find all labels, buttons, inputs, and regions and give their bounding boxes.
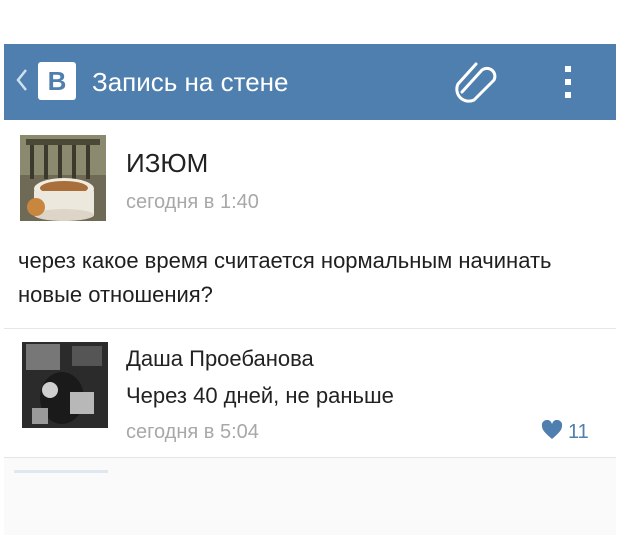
like-button[interactable]: 11: [541, 419, 589, 445]
comment-text: Через 40 дней, не раньше: [126, 383, 394, 408]
post-text: через какое время считается нормальным н…: [18, 248, 552, 307]
like-count: 11: [568, 421, 589, 443]
post-author-avatar[interactable]: [20, 135, 106, 221]
next-item-accent: [14, 470, 108, 473]
comment-item: Даша Проебанова Через 40 дней, не раньше…: [4, 329, 616, 457]
post-author-name[interactable]: ИЗЮМ: [126, 147, 208, 179]
post-divider: [4, 328, 616, 329]
heart-icon: [541, 419, 563, 445]
chevron-left-icon[interactable]: [14, 64, 30, 101]
more-vertical-icon[interactable]: [562, 62, 574, 107]
wall-post: ИЗЮМ сегодня в 1:40 через какое время сч…: [4, 120, 616, 328]
comment-author-avatar[interactable]: [22, 342, 108, 428]
comment-divider: [4, 457, 616, 458]
page-title: Запись на стене: [92, 67, 289, 97]
post-timestamp: сегодня в 1:40: [126, 191, 259, 213]
comment-author-name[interactable]: Даша Проебанова: [126, 344, 314, 374]
comment-timestamp: сегодня в 5:04: [126, 421, 259, 443]
attach-icon[interactable]: [452, 58, 502, 111]
vk-logo[interactable]: В: [38, 62, 76, 100]
top-margin: [0, 0, 620, 44]
app-bar: В Запись на стене: [4, 44, 616, 120]
